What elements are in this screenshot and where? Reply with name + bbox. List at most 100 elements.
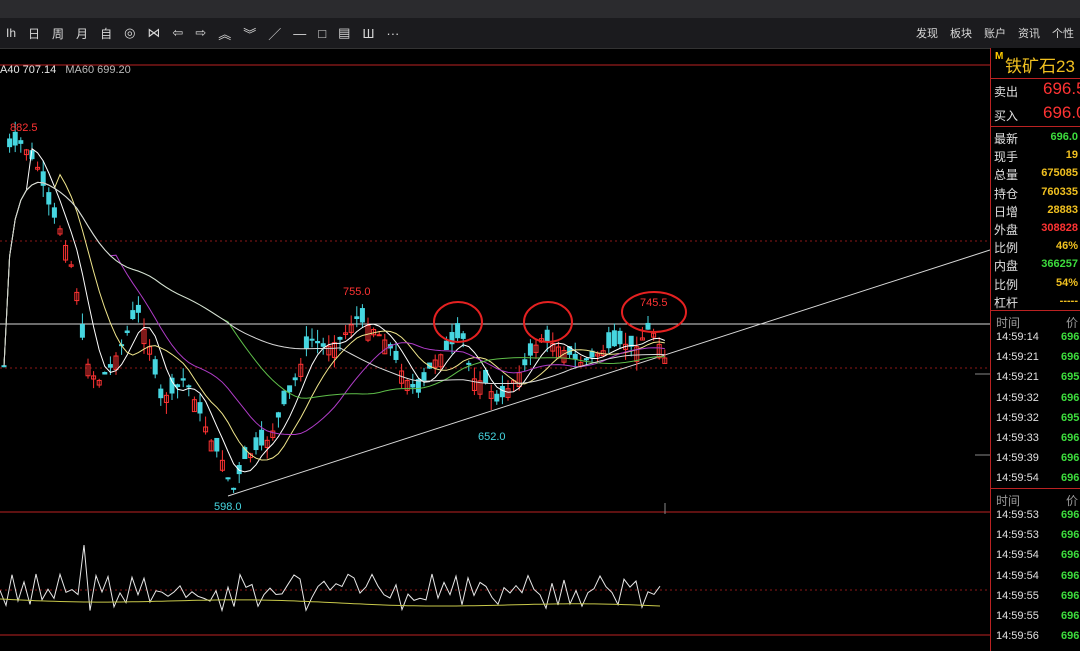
candle-body xyxy=(180,378,186,381)
stat-row: 现手 19 xyxy=(991,146,1080,164)
candle-body xyxy=(572,353,578,360)
line-tool-icon[interactable]: ／ xyxy=(262,24,287,43)
contract-title[interactable]: M 铁矿石23 xyxy=(991,48,1080,78)
stat-value: 760335 xyxy=(1041,185,1078,198)
candle-body xyxy=(410,384,416,388)
forward-icon[interactable]: ⇨ xyxy=(189,25,212,41)
candle-body xyxy=(18,140,24,144)
tick-price: 696 xyxy=(1061,529,1080,542)
tick-time: 14:59:32 xyxy=(996,391,1039,404)
candle-body xyxy=(527,343,533,356)
tick-time: 14:59:14 xyxy=(996,331,1039,343)
tick-row: 14:59:54 696 xyxy=(991,567,1080,587)
candle-body xyxy=(281,390,287,405)
tick-row: 14:59:55 696 xyxy=(991,587,1080,607)
buy-label: 买入 xyxy=(994,109,1019,123)
candle-body xyxy=(376,334,382,337)
kline-chart[interactable]: 882.5 755.0 745.5 598.0 652.0 xyxy=(0,48,990,651)
candle-body xyxy=(102,372,108,375)
divider xyxy=(991,488,1080,489)
stat-value: ----- xyxy=(1059,294,1078,307)
back-icon[interactable]: ⇦ xyxy=(166,25,189,41)
candle-body xyxy=(287,385,293,393)
candle-body xyxy=(494,393,500,402)
candle-body xyxy=(606,332,612,349)
candle-body xyxy=(214,437,220,452)
more-icon[interactable]: ··· xyxy=(380,26,405,41)
tick-row: 14:59:53 696 xyxy=(991,526,1080,546)
chart-toolbar: Ih 日周月自 ◎ ⋈ ⇦ ⇨ ︽ ︾ ／ — □ ▤ Ш ··· 发现 板块 账户 资讯 个性 xyxy=(0,18,1080,49)
candle-body xyxy=(197,402,203,414)
down-double-icon[interactable]: ︾ xyxy=(237,24,262,43)
stat-value: 28883 xyxy=(1047,203,1078,216)
candle-body xyxy=(628,335,634,347)
up-double-icon[interactable]: ︽ xyxy=(212,24,237,43)
bar-tool-icon[interactable]: Ш xyxy=(356,26,380,41)
menu-item-2[interactable]: 账户 xyxy=(978,25,1012,41)
tick-price: 696 xyxy=(1061,509,1080,521)
tick-time: 14:59:55 xyxy=(996,589,1039,602)
text-tool-icon[interactable]: ▤ xyxy=(332,25,356,41)
stat-value: 696.0 xyxy=(1050,131,1078,143)
candle-body xyxy=(466,362,472,365)
toolbar-right-menu: 发现 板块 账户 资讯 个性 xyxy=(910,18,1080,48)
tick-row: 14:59:39 696 xyxy=(991,449,1080,469)
tick-row: 14:59:54 696 xyxy=(991,546,1080,566)
stat-value: 46% xyxy=(1055,240,1078,253)
tick-row: 14:59:32 695 xyxy=(991,409,1080,429)
stat-value: 308828 xyxy=(1041,222,1078,234)
oscillator-line xyxy=(0,544,661,613)
eye-icon[interactable]: ◎ xyxy=(118,25,141,41)
tab-intraday[interactable]: Ih xyxy=(0,26,22,40)
candle-body xyxy=(617,330,623,345)
candle-body xyxy=(455,323,461,339)
candle-body xyxy=(544,329,550,342)
tick-row: 14:59:53 696 xyxy=(991,506,1080,526)
tick-price: 696 xyxy=(1061,589,1080,602)
candle-body xyxy=(499,385,505,398)
candle-body xyxy=(583,358,589,361)
candle-body xyxy=(225,477,231,480)
menu-item-3[interactable]: 资讯 xyxy=(1012,25,1046,41)
menu-item-1[interactable]: 板块 xyxy=(944,25,978,41)
stat-label: 比例 xyxy=(994,277,1019,292)
rect-tool-icon[interactable]: □ xyxy=(312,26,332,41)
candle-body xyxy=(186,385,192,388)
ma5-line xyxy=(3,147,665,473)
tick-time: 14:59:55 xyxy=(996,610,1039,622)
candle-body xyxy=(315,341,321,344)
stat-label: 内盘 xyxy=(994,259,1019,274)
tab-monthly[interactable]: 月 xyxy=(70,25,94,42)
tab-weekly[interactable]: 周 xyxy=(46,25,70,42)
stat-label: 日增 xyxy=(994,204,1019,219)
menu-item-0[interactable]: 发现 xyxy=(910,25,944,41)
stat-row: 比例 54% xyxy=(991,274,1080,292)
tick-time: 14:59:21 xyxy=(996,351,1039,364)
candle-body xyxy=(393,350,399,360)
candle-body xyxy=(152,359,158,375)
stat-label: 杠杆 xyxy=(994,295,1019,310)
buy-value: 696.0 xyxy=(1043,103,1080,122)
tick-row: 14:59:55 696 xyxy=(991,607,1080,627)
bowtie-icon[interactable]: ⋈ xyxy=(141,25,166,41)
tick-time: 14:59:54 xyxy=(996,549,1039,562)
quote-panel: M 铁矿石23 卖出 696.5 买入 696.0 最新 696.0 现手 19 总量 6… xyxy=(990,48,1080,651)
stat-label: 最新 xyxy=(994,132,1019,146)
candles-group xyxy=(1,121,668,493)
stat-label: 比例 xyxy=(994,241,1019,256)
candle-body xyxy=(46,192,52,205)
tick-price: 696 xyxy=(1061,610,1080,622)
tick-time: 14:59:53 xyxy=(996,529,1039,542)
tick-time: 14:59:56 xyxy=(996,630,1039,643)
tab-custom[interactable]: 自 xyxy=(94,25,118,42)
candle-body xyxy=(337,336,343,340)
tick-time: 14:59:21 xyxy=(996,371,1039,384)
tick-time: 14:59:54 xyxy=(996,569,1039,582)
menu-item-4[interactable]: 个性 xyxy=(1046,25,1080,41)
tab-daily[interactable]: 日 xyxy=(22,25,46,42)
hline-tool-icon[interactable]: — xyxy=(287,26,312,41)
candle-body xyxy=(231,487,237,490)
candle-body xyxy=(354,316,360,320)
tick-price: 696 xyxy=(1061,569,1080,582)
tick-row: 14:59:33 696 xyxy=(991,429,1080,449)
